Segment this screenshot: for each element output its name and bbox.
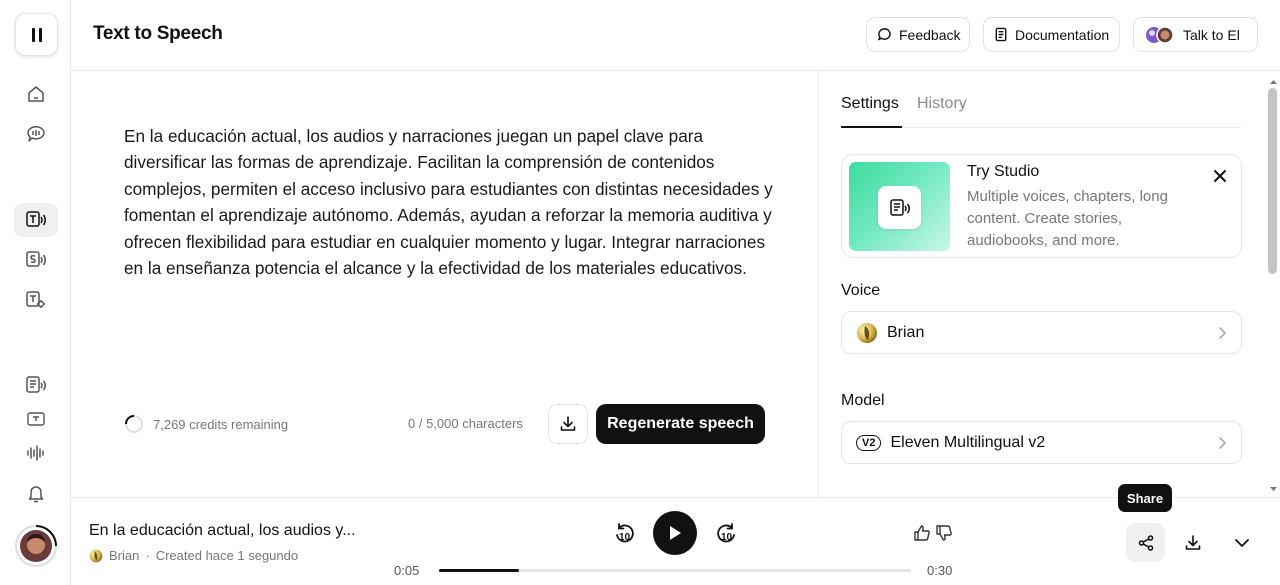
player-download-button[interactable]: [1181, 531, 1205, 555]
chevron-right-icon: [1217, 326, 1227, 340]
documentation-button[interactable]: Documentation: [983, 17, 1120, 52]
track-voice: Brian: [109, 548, 140, 563]
progress-bar[interactable]: [439, 569, 911, 572]
try-studio-card[interactable]: Try Studio Multiple voices, chapters, lo…: [841, 154, 1242, 258]
character-count: 0 / 5,000 characters: [408, 416, 523, 431]
tab-settings[interactable]: Settings: [841, 95, 902, 128]
home-icon: [26, 84, 46, 104]
spinner-icon: [124, 414, 144, 434]
speech-text-input[interactable]: En la educación actual, los audios y nar…: [124, 123, 774, 281]
sidebar: [0, 0, 71, 585]
time-total: 0:30: [927, 563, 953, 578]
pause-button[interactable]: [15, 13, 58, 56]
voice-avatar-icon: [856, 322, 878, 344]
thumbs-up-button[interactable]: [912, 522, 932, 544]
sidebar-item-speech-to-speech[interactable]: [14, 243, 58, 277]
notifications-button[interactable]: [14, 477, 58, 511]
top-header: Text to Speech Feedback Documentation Ta…: [71, 0, 1280, 71]
download-button[interactable]: [548, 404, 588, 444]
play-button[interactable]: [653, 511, 697, 555]
play-icon: [667, 524, 683, 542]
time-current: 0:05: [394, 563, 420, 578]
model-value: Eleven Multilingual v2: [890, 433, 1046, 451]
forward-10-label: 10: [721, 532, 733, 543]
model-label: Model: [841, 392, 885, 409]
voice-value: Brian: [887, 323, 925, 341]
forward-10-button[interactable]: 10: [711, 520, 741, 550]
collapse-player-button[interactable]: [1230, 531, 1254, 555]
voice-avatar-icon: [89, 549, 103, 563]
regenerate-speech-button[interactable]: Regenerate speech: [596, 404, 765, 444]
model-version-badge: V2: [856, 434, 882, 451]
thumbs-down-button[interactable]: [934, 522, 954, 544]
sidebar-item-home[interactable]: [14, 77, 58, 111]
download-icon: [1184, 534, 1202, 552]
model-selector[interactable]: V2 Eleven Multilingual v2: [841, 421, 1242, 464]
text-editor-area: En la educación actual, los audios y nar…: [71, 71, 818, 497]
voice-label: Voice: [841, 282, 881, 299]
studio-icon: [878, 186, 921, 229]
talk-to-el-button[interactable]: Talk to El: [1133, 17, 1258, 52]
studio-description: Multiple voices, chapters, long content.…: [967, 188, 1168, 249]
sidebar-item-studio[interactable]: [14, 368, 58, 402]
rewind-10-icon: 10: [613, 522, 637, 548]
share-tooltip: Share: [1118, 484, 1172, 512]
document-icon: [994, 27, 1008, 42]
sidebar-item-voice-changer[interactable]: [14, 283, 58, 317]
share-icon: [1137, 534, 1155, 552]
track-meta: Brian · Created hace 1 segundo: [89, 548, 298, 563]
close-icon: [1213, 169, 1227, 183]
feedback-button[interactable]: Feedback: [866, 17, 970, 52]
studio-title: Try Studio: [967, 163, 1040, 180]
waveform-icon: [26, 444, 46, 462]
sidebar-item-dubbing[interactable]: [14, 406, 58, 432]
sidebar-item-text-to-speech[interactable]: [14, 203, 58, 237]
page-title: Text to Speech: [93, 23, 223, 44]
pause-icon: [30, 27, 44, 43]
sound-effects-icon: [25, 290, 47, 310]
studio-thumbnail: [849, 162, 950, 251]
chevron-right-icon: [1217, 436, 1227, 450]
user-avatar[interactable]: [15, 525, 57, 567]
forward-10-icon: 10: [714, 522, 738, 548]
chat-bubble-icon: [877, 27, 892, 42]
credits-indicator: 7,269 credits remaining: [124, 414, 288, 434]
text-to-speech-icon: [25, 210, 47, 230]
translate-icon: [26, 409, 46, 429]
meta-separator: ·: [145, 548, 150, 563]
track-created: Created hace 1 segundo: [155, 548, 299, 563]
sidebar-item-audio[interactable]: [14, 436, 58, 470]
feedback-label: Feedback: [899, 26, 961, 43]
sidebar-item-voice-chat[interactable]: [14, 117, 58, 151]
talk-to-el-label: Talk to El: [1183, 26, 1240, 43]
credits-remaining: 7,269 credits remaining: [153, 416, 289, 432]
audio-player: En la educación actual, los audios y... …: [71, 497, 1280, 585]
agent-avatars-icon: [1144, 25, 1176, 45]
tab-history[interactable]: History: [917, 95, 967, 128]
settings-panel: Settings History Try Studio Multiple voi…: [818, 71, 1280, 497]
rewind-10-label: 10: [619, 532, 631, 543]
progress-fill: [439, 569, 520, 572]
thumbs-down-icon: [935, 524, 953, 542]
track-title: En la educación actual, los audios y...: [89, 522, 356, 539]
chevron-down-icon: [1234, 538, 1250, 548]
bell-icon: [27, 484, 45, 504]
download-icon: [559, 415, 577, 433]
scrollbar-thumb[interactable]: [1268, 88, 1277, 274]
close-studio-button[interactable]: [1213, 169, 1227, 183]
panel-tabs: Settings History: [841, 95, 1242, 128]
rewind-10-button[interactable]: 10: [610, 520, 640, 550]
speech-to-speech-icon: [25, 250, 47, 270]
studio-icon: [25, 375, 47, 395]
voice-selector[interactable]: Brian: [841, 311, 1242, 354]
thumbs-up-icon: [913, 524, 931, 542]
share-button[interactable]: [1126, 523, 1165, 562]
voice-chat-icon: [25, 124, 47, 144]
documentation-label: Documentation: [1015, 26, 1110, 43]
